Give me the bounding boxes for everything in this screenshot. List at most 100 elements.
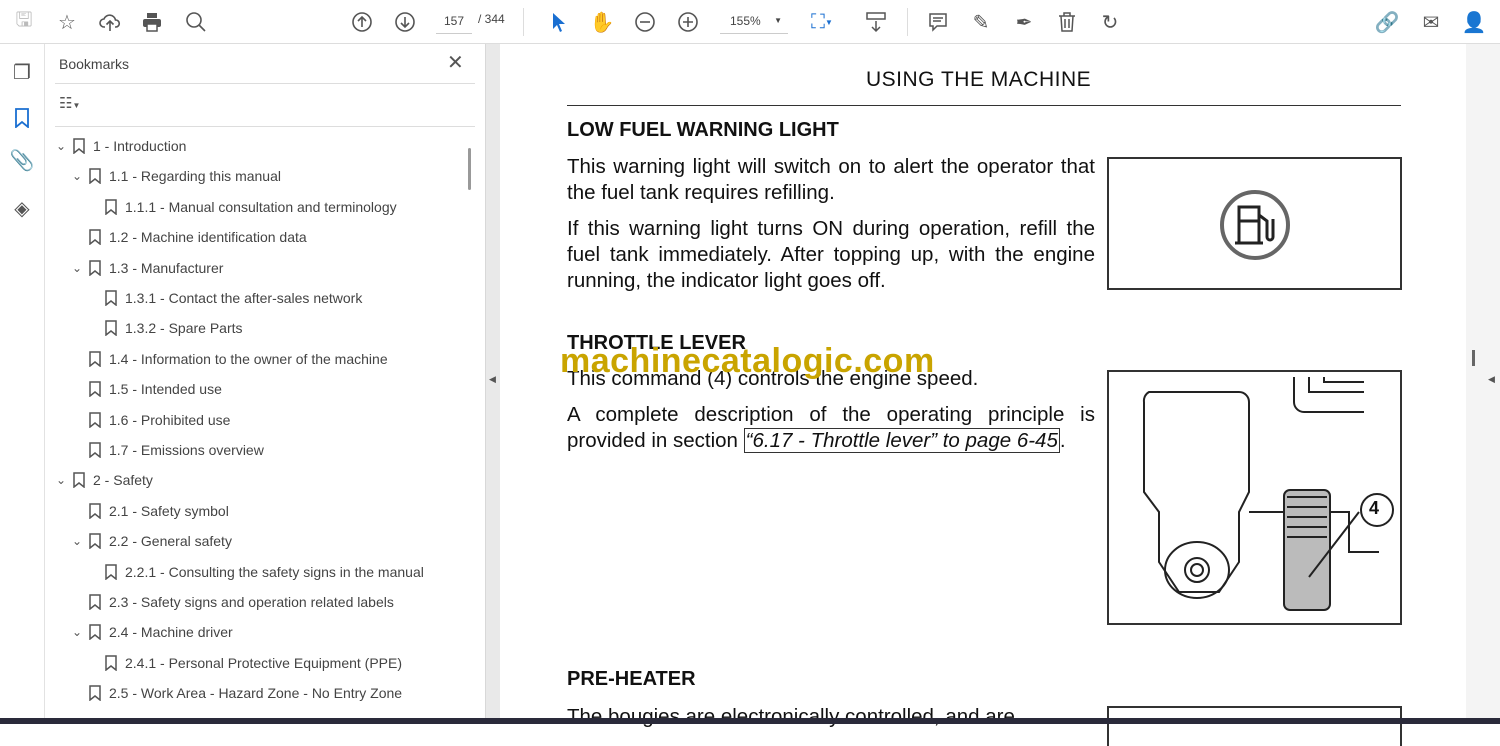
scroll-mode-icon[interactable] <box>862 8 890 36</box>
bookmark-label: 2.2 - General safety <box>109 533 232 550</box>
bookmark-item[interactable]: 1.4 - Information to the owner of the ma… <box>89 346 388 372</box>
bookmark-label: 2.5 - Work Area - Hazard Zone - No Entry… <box>109 685 403 702</box>
bookmark-item[interactable]: 1.5 - Intended use <box>89 376 222 402</box>
bookmark-item[interactable]: 2.1 - Safety symbol <box>89 498 229 524</box>
bookmark-icon <box>73 472 85 489</box>
add-user-icon[interactable]: 👤 <box>1460 8 1488 36</box>
callout-number: 4 <box>1369 498 1380 518</box>
next-page-icon[interactable] <box>391 8 419 36</box>
select-tool-icon[interactable] <box>545 8 573 36</box>
paragraph: The bougies are electronically controlle… <box>567 705 1015 728</box>
bookmark-item[interactable]: 2.4.1 - Personal Protective Equipment (P… <box>105 650 402 676</box>
cloud-upload-icon[interactable] <box>96 8 124 36</box>
chevron-down-icon[interactable]: ⌄ <box>69 261 85 275</box>
pages-icon[interactable]: ❐ <box>8 58 36 86</box>
bookmark-item[interactable]: 1.6 - Prohibited use <box>89 407 230 433</box>
chevron-down-icon[interactable]: ⌄ <box>69 169 85 183</box>
bookmark-label: 2.4.1 - Personal Protective Equipment (P… <box>125 654 403 671</box>
bookmark-item[interactable]: 1.1.1 - Manual consultation and terminol… <box>105 194 397 220</box>
divider <box>523 8 524 36</box>
chevron-down-icon[interactable]: ⌄ <box>53 139 69 153</box>
scroll-thumb[interactable] <box>1472 350 1475 366</box>
bookmark-icon <box>105 655 117 671</box>
bookmark-icon <box>105 290 117 306</box>
bookmark-label: 1.2 - Machine identification data <box>109 229 307 246</box>
bookmark-item[interactable]: 1.7 - Emissions overview <box>89 437 264 463</box>
expand-arrow-icon[interactable]: ◀ <box>1488 374 1495 385</box>
bookmark-icon <box>89 351 101 367</box>
rotate-icon[interactable]: ↻ <box>1096 8 1124 36</box>
bookmark-icon[interactable] <box>8 104 36 132</box>
bookmark-icon <box>73 138 85 154</box>
bookmark-label: 2 - Safety <box>93 472 153 489</box>
bookmark-icon <box>89 685 101 702</box>
star-icon[interactable]: ☆ <box>53 8 81 36</box>
bookmark-icon <box>89 624 101 641</box>
delete-icon[interactable] <box>1053 8 1081 36</box>
bookmark-item[interactable]: 2.5 - Work Area - Hazard Zone - No Entry… <box>89 680 402 706</box>
bookmark-item[interactable]: 1.2 - Machine identification data <box>89 224 307 250</box>
sign-icon[interactable]: ✒ <box>1010 8 1038 36</box>
bookmark-label: 2.4 - Machine driver <box>109 624 233 641</box>
bookmark-item[interactable]: ⌄ 1 - Introduction <box>53 133 186 159</box>
zoom-out-icon[interactable] <box>631 8 659 36</box>
throttle-lever-drawing <box>1142 377 1394 611</box>
page-header: USING THE MACHINE <box>866 68 1092 91</box>
paragraph-text: . <box>1059 429 1066 452</box>
pre-heater-figure <box>1107 706 1402 746</box>
cross-reference-link[interactable]: “6.17 - Throttle lever” to page 6-45 <box>743 428 1060 453</box>
page-fit-icon[interactable]: ⛶ ▼ <box>808 8 836 36</box>
comment-icon[interactable] <box>924 8 952 36</box>
bookmark-item[interactable]: ⌄ 1.3 - Manufacturer <box>69 255 223 281</box>
bookmark-label: 1.3 - Manufacturer <box>109 259 224 276</box>
throttle-lever-figure: 4 <box>1107 370 1402 625</box>
email-icon[interactable]: ✉ <box>1417 8 1445 36</box>
save-icon[interactable]: 🖫 <box>10 8 38 36</box>
bookmark-icon <box>105 563 117 580</box>
scrollbar[interactable] <box>468 148 471 190</box>
chevron-down-icon[interactable]: ⌄ <box>53 473 69 487</box>
chevron-down-icon[interactable]: ⌄ <box>69 625 85 639</box>
share-link-icon[interactable]: 🔗 <box>1373 8 1401 36</box>
paragraph: If this warning light turns ON during op… <box>567 217 1095 292</box>
zoom-level-dropdown[interactable]: 155% ▼ <box>720 10 788 34</box>
fuel-warning-figure <box>1107 157 1402 290</box>
divider <box>907 8 908 36</box>
bookmark-item[interactable]: 1.3.1 - Contact the after-sales network <box>105 285 362 311</box>
bookmark-label: 1 - Introduction <box>93 138 187 154</box>
layers-icon[interactable]: ◈ <box>8 194 36 222</box>
taskbar-strip <box>0 718 1500 724</box>
print-icon[interactable] <box>138 8 166 36</box>
chevron-down-icon[interactable]: ⌄ <box>69 534 85 548</box>
bookmark-item[interactable]: ⌄ 2.4 - Machine driver <box>69 619 233 645</box>
highlight-icon[interactable]: ✎ <box>967 8 995 36</box>
close-icon[interactable]: ✕ <box>447 50 464 75</box>
divider <box>567 105 1401 106</box>
collapse-arrow-icon[interactable]: ◀ <box>489 374 496 385</box>
bookmark-item[interactable]: ⌄ 2.2 - General safety <box>69 528 232 554</box>
previous-page-icon[interactable] <box>348 8 376 36</box>
bookmark-item[interactable]: 2.2.1 - Consulting the safety signs in t… <box>105 559 424 585</box>
bookmark-label: 1.3.2 - Spare Parts <box>125 320 243 337</box>
bookmark-label: 1.7 - Emissions overview <box>109 442 264 458</box>
hand-tool-icon[interactable]: ✋ <box>588 8 616 36</box>
bookmark-item[interactable]: ⌄ 1.1 - Regarding this manual <box>69 163 281 189</box>
bookmark-label: 1.4 - Information to the owner of the ma… <box>109 350 388 367</box>
bookmark-icon <box>89 259 101 276</box>
bookmark-item[interactable]: 2.3 - Safety signs and operation related… <box>89 589 394 615</box>
zoom-in-icon[interactable] <box>674 8 702 36</box>
bookmark-item[interactable]: 1.3.2 - Spare Parts <box>105 315 243 341</box>
bookmark-options-button[interactable]: ☷▼ <box>59 94 80 112</box>
search-icon[interactable] <box>182 8 210 36</box>
panel-splitter[interactable]: ◀ <box>485 44 500 720</box>
bookmark-label: 1.3.1 - Contact the after-sales network <box>125 290 363 306</box>
bookmark-icon <box>89 594 101 610</box>
panel-title: Bookmarks <box>59 56 130 72</box>
divider <box>55 83 475 84</box>
attachment-icon[interactable]: 📎 <box>8 146 36 174</box>
bookmark-icon <box>105 320 117 337</box>
bookmark-item[interactable]: ⌄ 2 - Safety <box>53 467 153 493</box>
bookmark-icon <box>89 381 101 398</box>
vertical-scrollbar[interactable]: ◀ <box>1466 44 1500 720</box>
page-number-input[interactable]: 157 <box>436 10 472 34</box>
